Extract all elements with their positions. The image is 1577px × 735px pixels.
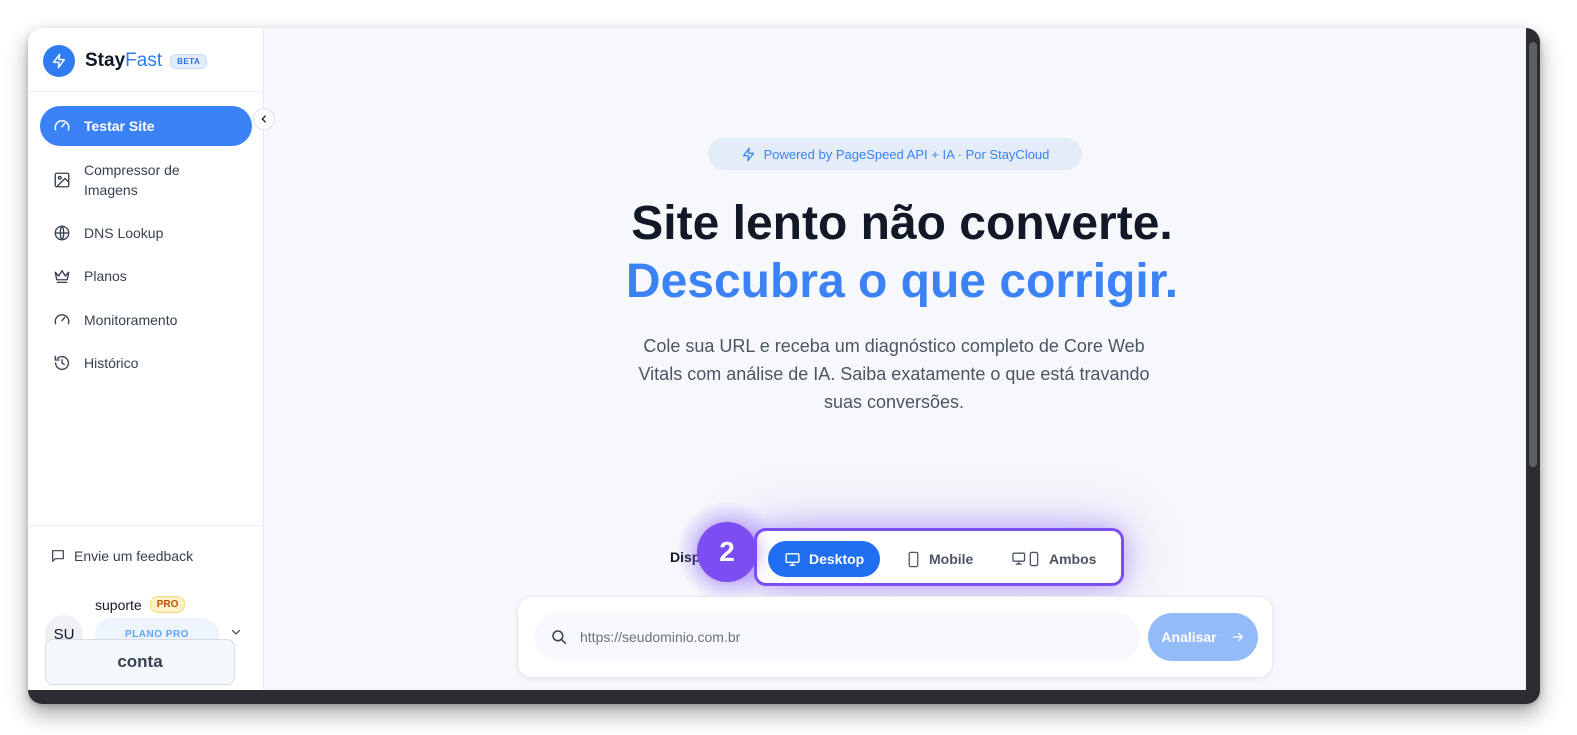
- account-button[interactable]: conta: [45, 639, 235, 685]
- history-icon: [52, 353, 72, 373]
- collapse-sidebar-button[interactable]: [253, 108, 275, 130]
- divider: [28, 525, 264, 526]
- url-search-field[interactable]: [534, 613, 1140, 661]
- device-option-mobile[interactable]: Mobile: [890, 541, 989, 577]
- url-search-card: Analisar: [517, 596, 1273, 678]
- sidebar-item-planos[interactable]: Planos: [40, 265, 252, 287]
- brand-logo[interactable]: StayFast BETA: [43, 45, 208, 77]
- sidebar-item-label: Planos: [84, 268, 127, 284]
- device-option-label: Desktop: [809, 551, 865, 567]
- feedback-label: Envie um feedback: [74, 548, 194, 564]
- window-bottom-edge: [28, 690, 1540, 704]
- divider: [28, 91, 264, 92]
- app-window: StayFast BETA Testar Site Compressor de …: [28, 28, 1540, 704]
- step-number-badge: 2: [697, 522, 757, 582]
- scrollbar[interactable]: ▼: [1526, 28, 1540, 704]
- search-icon: [550, 628, 568, 646]
- message-icon: [50, 548, 66, 564]
- device-option-label: Ambos: [1049, 551, 1097, 567]
- scrollbar-thumb[interactable]: [1529, 42, 1537, 467]
- beta-badge: BETA: [170, 53, 208, 69]
- analisar-button[interactable]: Analisar: [1148, 613, 1258, 661]
- powered-by-text: Powered by PageSpeed API + IA · Por Stay…: [763, 146, 1050, 162]
- sidebar-item-label: Monitoramento: [84, 312, 178, 328]
- phone-icon: [906, 551, 921, 568]
- hero-description: Cole sua URL e receba um diagnóstico com…: [638, 336, 1150, 412]
- monitor-icon: [784, 551, 801, 568]
- bolt-icon: [741, 147, 756, 162]
- sidebar-item-label: Histórico: [84, 355, 139, 371]
- crown-icon: [52, 266, 72, 286]
- powered-by-badge: Powered by PageSpeed API + IA · Por Stay…: [708, 138, 1082, 170]
- bolt-icon: [43, 45, 75, 77]
- image-icon: [52, 170, 72, 190]
- user-name: suporte: [95, 596, 142, 613]
- sidebar-item-label: Compressor de Imagens: [84, 162, 180, 198]
- url-input[interactable]: [580, 629, 1100, 645]
- chevron-down-icon[interactable]: [230, 626, 242, 638]
- sidebar-item-testar-site[interactable]: Testar Site: [40, 106, 252, 146]
- pro-badge: PRO: [149, 596, 186, 613]
- device-option-label: Mobile: [929, 551, 974, 567]
- device-option-desktop[interactable]: Desktop: [768, 541, 881, 577]
- headline-primary: Site lento não converte.: [631, 197, 1173, 250]
- headline-accent: Descubra o que corrigir.: [625, 255, 1179, 308]
- sidebar-item-label: DNS Lookup: [84, 225, 164, 241]
- brand-name: StayFast: [85, 50, 163, 71]
- sidebar-item-label: Testar Site: [84, 118, 155, 134]
- monitor-phone-icon: [1011, 551, 1041, 567]
- arrow-right-icon: [1231, 630, 1245, 644]
- gauge-icon: [52, 310, 72, 330]
- globe-icon: [52, 223, 72, 243]
- feedback-link[interactable]: Envie um feedback: [50, 548, 193, 564]
- sidebar: StayFast BETA Testar Site Compressor de …: [28, 28, 264, 704]
- chevron-left-icon: [259, 114, 269, 124]
- sidebar-item-dns-lookup[interactable]: DNS Lookup: [40, 222, 252, 244]
- analisar-label: Analisar: [1161, 629, 1217, 645]
- sidebar-item-compressor[interactable]: Compressor de Imagens: [40, 159, 252, 201]
- device-toggle: Desktop Mobile Ambos: [754, 528, 1124, 586]
- device-option-ambos[interactable]: Ambos: [995, 541, 1112, 577]
- sidebar-item-historico[interactable]: Histórico: [40, 352, 252, 374]
- gauge-icon: [52, 116, 72, 136]
- sidebar-item-monitoramento[interactable]: Monitoramento: [40, 309, 252, 331]
- user-info: suporte PRO: [95, 596, 186, 613]
